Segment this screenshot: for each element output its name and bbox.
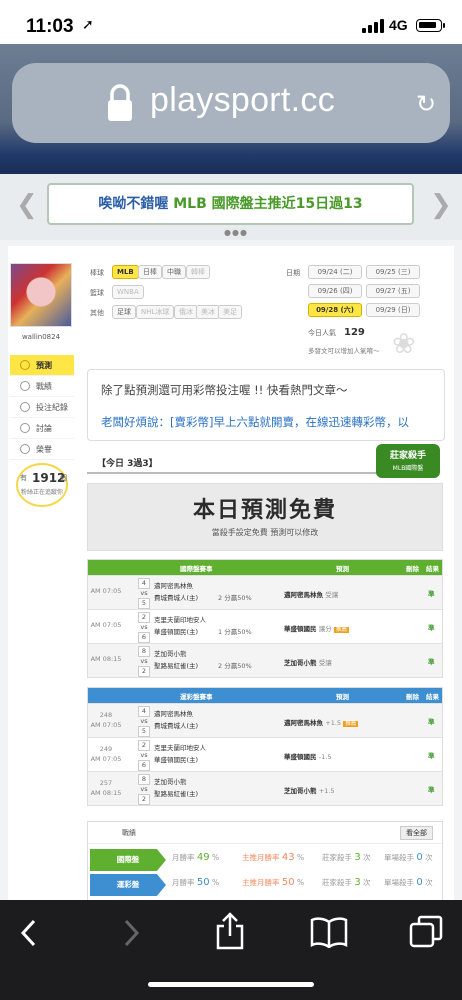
main-panel: wallin0824 預測 戰績 投注紀錄 討論 榮譽 有 1912 個 粉絲正… <box>8 246 454 900</box>
table-row: AM 08:15 8 vs 2 芝加哥小熊 聖路易紅雀(主) 2 分贏50% 芝加哥小… <box>88 643 442 677</box>
carousel-dots: ●●● <box>224 228 248 237</box>
result: 準 <box>428 624 435 632</box>
chevron-right-icon[interactable]: ❯ <box>430 190 452 220</box>
run-table: 運彩盤賽事 預測 刪除 結果 248 AM 07:05 4 vs 5 邁阿密馬林魚 費城… <box>87 687 443 806</box>
result: 準 <box>428 786 435 794</box>
date-0928[interactable]: 09/28 (六) <box>308 303 362 317</box>
chip-ahl[interactable]: 美冰 <box>196 305 220 319</box>
chip-wnba[interactable]: WNBA <box>112 285 144 299</box>
notice-line-2[interactable]: 老闆好煩說：[賣彩幣]早上六點就開賣，在線迅速轉彩幣，以 <box>101 414 437 430</box>
chevron-left-icon[interactable]: ❮ <box>16 190 38 220</box>
chip-jpn[interactable]: 日棒 <box>138 265 162 279</box>
notice-line-1[interactable]: 除了點預測還可用彩幣投注喔 !! 快看熱門文章～ <box>101 382 348 398</box>
tabs-icon[interactable] <box>408 914 444 950</box>
stats-header: 戰績 看全部 <box>88 822 442 844</box>
user-menu: 預測 戰績 投注紀錄 討論 榮譽 <box>10 355 74 460</box>
stats-row-run: 運彩盤 月勝率 50 % 主推月勝率 50 % 莊家殺手 3 次 單場殺手 0 … <box>88 874 444 896</box>
date-0929[interactable]: 09/29 (日) <box>366 303 420 317</box>
menu-item-discuss[interactable]: 討論 <box>10 418 74 439</box>
filter-basketball: 籃球 WNBA <box>90 285 280 301</box>
target-icon <box>20 360 30 370</box>
table-header: 運彩盤賽事 預測 刪除 結果 <box>88 688 442 703</box>
table-header: 國際盤賽事 預測 刪除 結果 <box>88 560 442 575</box>
home-indicator <box>148 982 314 987</box>
browser-header: playsport.cc ↻ <box>0 44 462 174</box>
address-bar[interactable]: playsport.cc ↻ <box>12 63 450 143</box>
view-all-button[interactable]: 看全部 <box>400 826 433 840</box>
pick: 芝加哥小熊 受讓 <box>284 659 332 667</box>
notice-box: 除了點預測還可用彩幣投注喔 !! 快看熱門文章～ 老闆好煩說：[賣彩幣]早上六點… <box>87 369 445 441</box>
banner-text-2: MLB 國際盤主推近15日過13 <box>173 196 363 212</box>
avatar[interactable] <box>10 263 72 327</box>
date-0924[interactable]: 09/24 (二) <box>308 265 362 279</box>
table-row: 248 AM 07:05 4 vs 5 邁阿密馬林魚 費城費城人(主) 邁阿密馬林魚 +… <box>88 703 442 737</box>
date-0925[interactable]: 09/25 (三) <box>366 265 420 279</box>
stats-row-intl: 國際盤 月勝率 49 % 主推月勝率 43 % 莊家殺手 3 次 單場殺手 0 … <box>88 849 444 871</box>
menu-item-honor[interactable]: 榮譽 <box>10 439 74 460</box>
location-arrow-icon: ➚ <box>82 17 94 33</box>
coin-icon <box>20 402 30 412</box>
web-content: ❮ 唉呦不錯喔 MLB 國際盤主推近15日過13 ❯ ●●● wallin082… <box>0 174 462 900</box>
fans-bulb: 有 1912 個 粉絲正在追蹤你 <box>16 463 68 507</box>
table-row: 249 AM 07:05 2 vs 6 克里夫蘭印地安人 華盛頓國民(主) 華盛頓國民 … <box>88 737 442 771</box>
table-body: AM 07:05 4 vs 5 邁阿密馬林魚 費城費城人(主) 2 分贏50% 邁阿密… <box>88 575 442 677</box>
bookmarks-icon[interactable] <box>310 916 348 948</box>
chip-khl[interactable]: 俄冰 <box>174 305 198 319</box>
pick: 華盛頓國民 讓分 推薦 <box>284 625 350 633</box>
back-icon[interactable] <box>18 918 40 948</box>
popularity: 今日人氣 129 <box>308 327 365 338</box>
filter-baseball: 棒球 MLB 日棒 中職 韓棒 <box>90 265 280 281</box>
chip-nhl[interactable]: NHL冰球 <box>136 305 175 319</box>
banner-carousel: ❮ 唉呦不錯喔 MLB 國際盤主推近15日過13 ❯ ●●● <box>0 174 462 240</box>
medal-icon <box>20 444 30 454</box>
menu-item-predict[interactable]: 預測 <box>10 355 74 376</box>
lock-icon <box>108 84 132 121</box>
filter-panel: 棒球 MLB 日棒 中職 韓棒 籃球 WNBA 其他 足球 NHL冰球 俄冰 美… <box>90 265 448 360</box>
chart-icon <box>20 381 30 391</box>
table-row: AM 07:05 4 vs 5 邁阿密馬林魚 費城費城人(主) 2 分贏50% 邁阿密… <box>88 575 442 609</box>
stats-panel: 戰績 看全部 國際盤 月勝率 49 % 主推月勝率 43 % 莊家殺手 3 次 … <box>87 821 443 900</box>
table-row: 257 AM 08:15 8 vs 2 芝加哥小熊 聖路易紅雀(主) 芝加哥小熊 +1.… <box>88 771 442 805</box>
network-type: 4G <box>389 17 408 33</box>
forward-icon[interactable] <box>120 918 142 948</box>
reload-icon[interactable]: ↻ <box>416 90 436 118</box>
date-0927[interactable]: 09/27 (五) <box>366 284 420 298</box>
pen-icon <box>20 423 30 433</box>
chip-mlb[interactable]: MLB <box>112 265 139 279</box>
chip-soccer[interactable]: 足球 <box>112 305 136 319</box>
date-0926[interactable]: 09/26 (四) <box>308 284 362 298</box>
share-icon[interactable] <box>214 912 246 950</box>
chip-nfl[interactable]: 美足 <box>218 305 242 319</box>
free-subtitle: 當殺手設定免費 預測可以修改 <box>211 528 319 537</box>
banner-text-1: 唉呦不錯喔 <box>98 196 169 212</box>
filter-other: 其他 足球 NHL冰球 俄冰 美冰 美足 <box>90 305 280 321</box>
pick: 邁阿密馬林魚 +1.5 推薦 <box>284 719 359 727</box>
username: wallin0824 <box>21 333 61 341</box>
result: 準 <box>428 718 435 726</box>
user-sidebar: wallin0824 預測 戰績 投注紀錄 討論 榮譽 有 1912 個 粉絲正… <box>10 263 74 900</box>
result: 準 <box>428 752 435 760</box>
result: 準 <box>428 658 435 666</box>
killer-badge: 莊家殺手 MLB國際盤 <box>376 444 440 478</box>
table-body: 248 AM 07:05 4 vs 5 邁阿密馬林魚 費城費城人(主) 邁阿密馬林魚 +… <box>88 703 442 805</box>
clock: 11:03 <box>26 16 74 37</box>
result: 準 <box>428 590 435 598</box>
free-title: 本日預測免費 <box>192 498 337 523</box>
table-row: AM 07:05 2 vs 6 克里夫蘭印地安人 華盛頓國民(主) 1 分贏50% 華… <box>88 609 442 643</box>
free-banner: 本日預測免費 當殺手設定免費 預測可以修改 <box>87 483 443 551</box>
intl-table: 國際盤賽事 預測 刪除 結果 AM 07:05 4 vs 5 邁阿密馬林魚 費城費城人… <box>87 559 443 678</box>
pick: 華盛頓國民 -1.5 <box>284 753 332 761</box>
menu-item-bets[interactable]: 投注紀錄 <box>10 397 74 418</box>
menu-item-record[interactable]: 戰績 <box>10 376 74 397</box>
pick: 邁阿密馬林魚 受讓 <box>284 591 339 599</box>
url-text: playsport.cc <box>150 81 336 119</box>
chip-kbo[interactable]: 韓棒 <box>186 265 210 279</box>
battery-icon <box>416 19 445 32</box>
signal-icon <box>362 19 384 33</box>
chip-cpbl[interactable]: 中職 <box>162 265 186 279</box>
promo-banner[interactable]: 唉呦不錯喔 MLB 國際盤主推近15日過13 <box>47 183 414 225</box>
rabbit-icon: ❀ <box>392 327 416 360</box>
popularity-hint: 多發文可以增加人氣唷～ <box>308 347 380 355</box>
pick: 芝加哥小熊 +1.5 <box>284 787 335 795</box>
